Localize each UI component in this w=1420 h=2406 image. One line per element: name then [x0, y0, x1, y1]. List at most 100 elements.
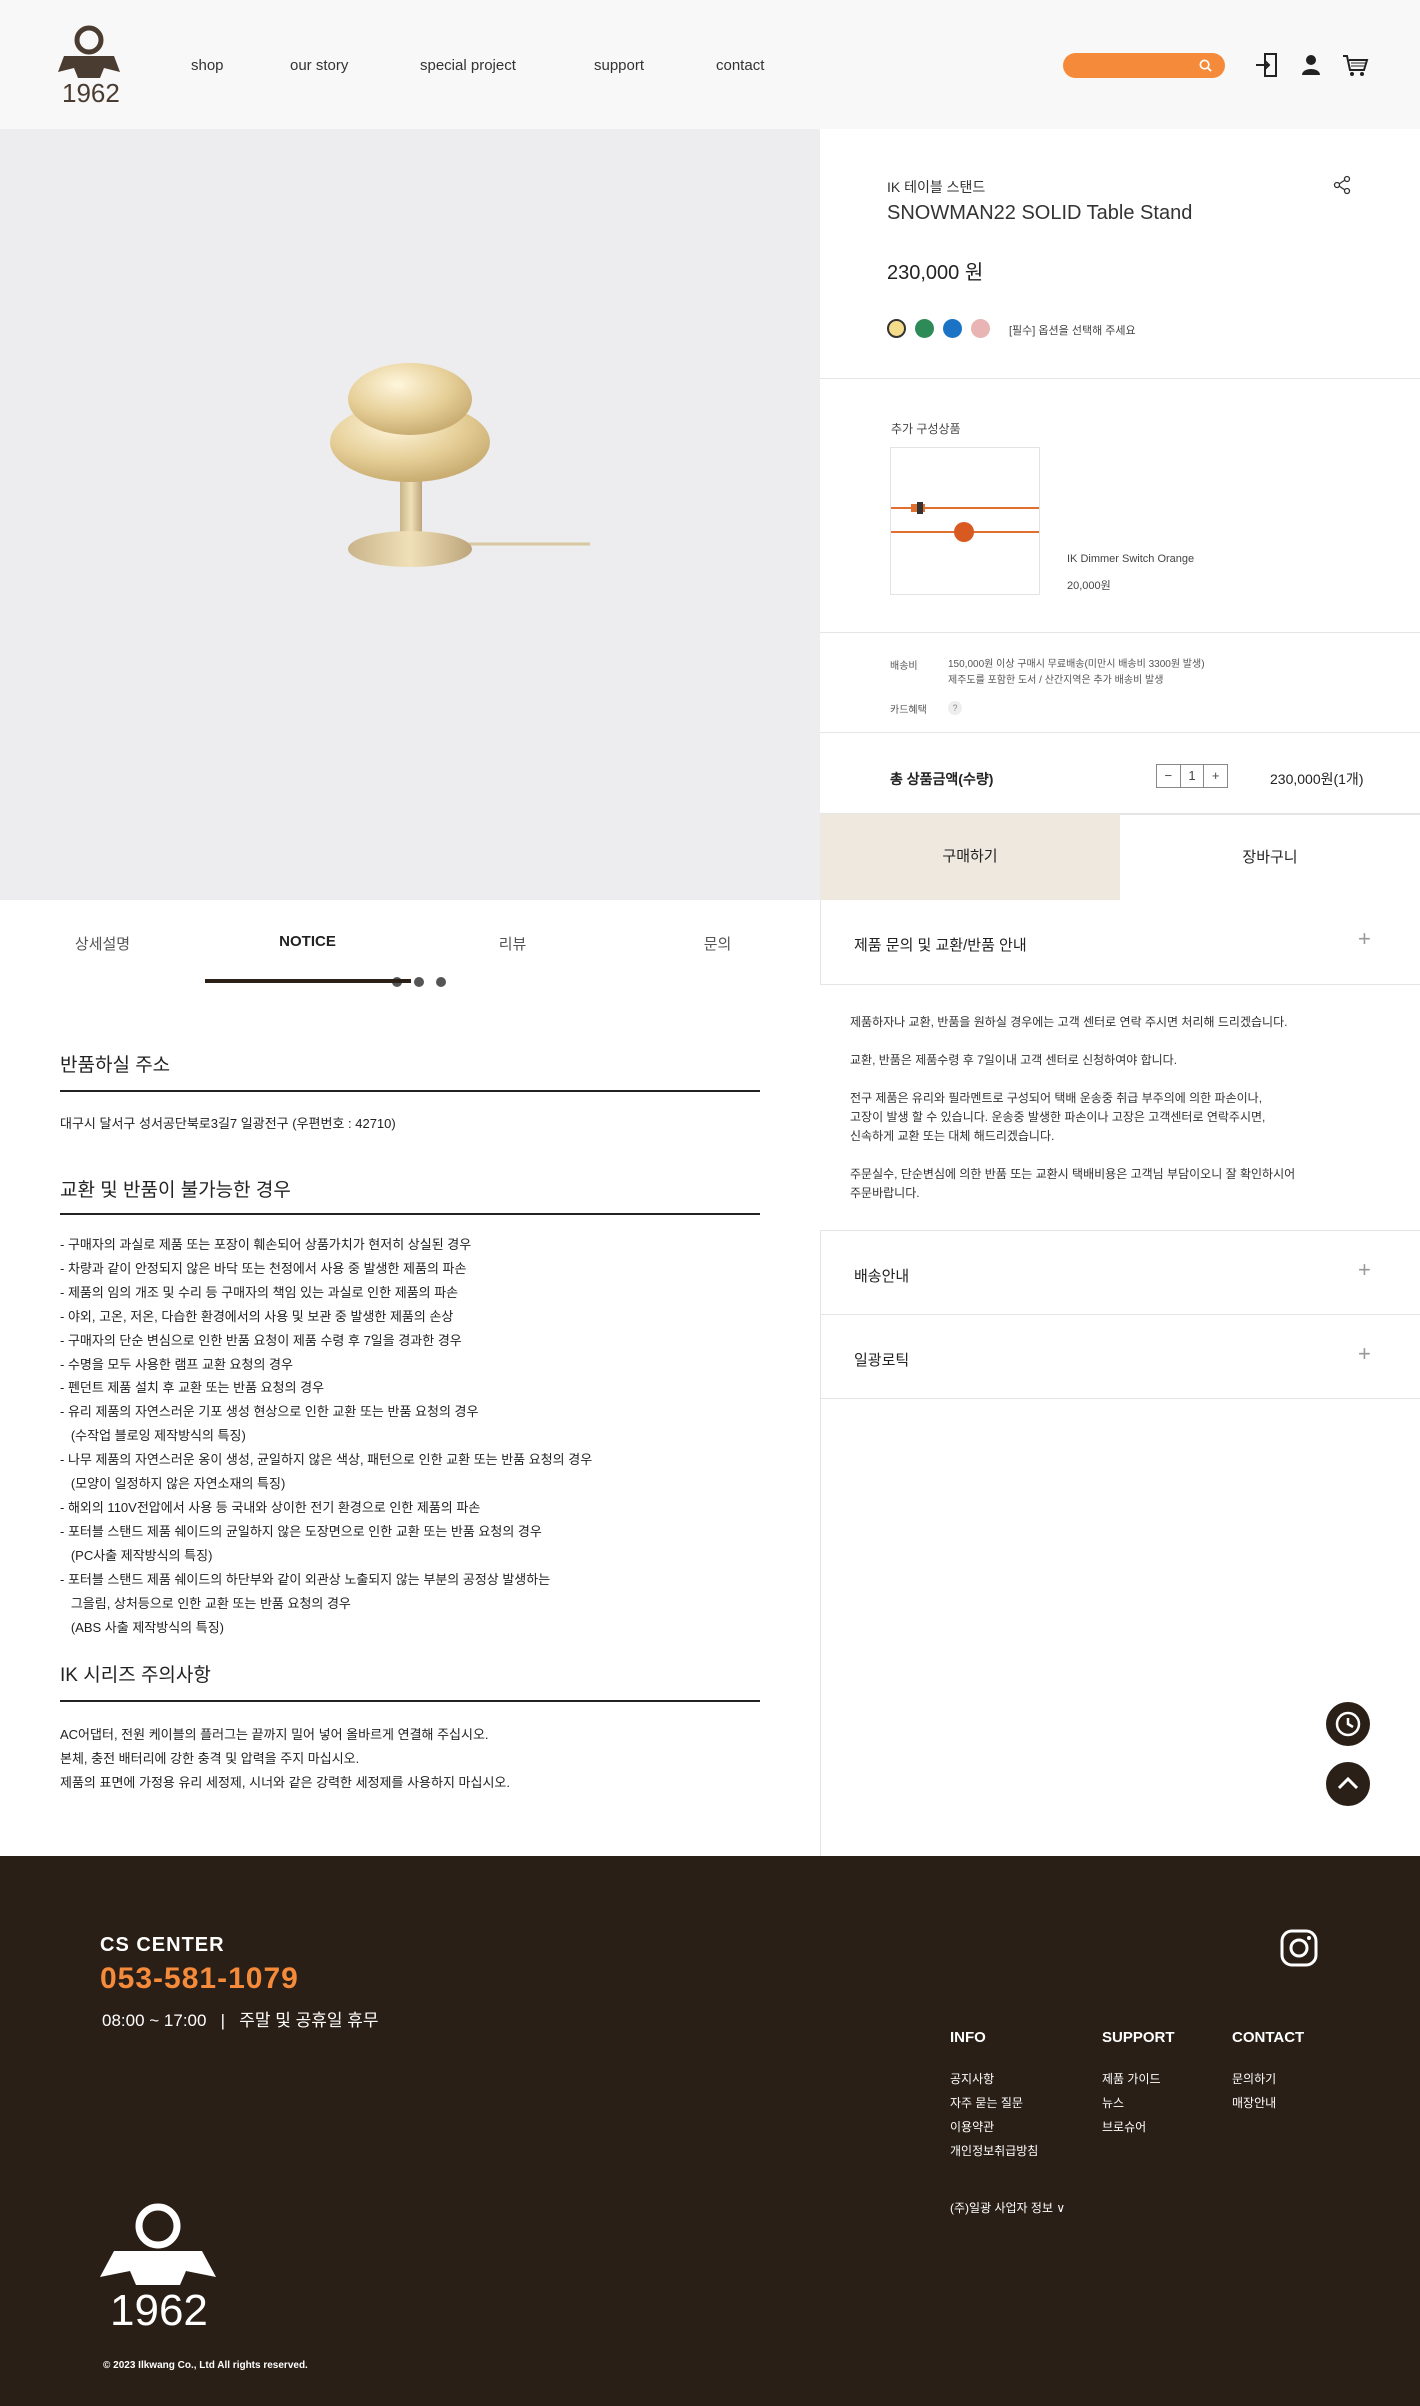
cart-icon[interactable]	[1341, 51, 1369, 79]
tab-active-indicator	[205, 979, 411, 983]
list-item: - 유리 제품의 자연스러운 기포 생성 현상으로 인한 교환 또는 반품 요청…	[60, 1404, 479, 1420]
card-benefit-label: 카드혜택	[890, 705, 927, 716]
addon-name[interactable]: IK Dimmer Switch Orange	[1067, 553, 1194, 565]
total-label: 총 상품금액(수량)	[890, 771, 994, 787]
column-divider	[820, 1399, 821, 1856]
footer-link[interactable]: 자주 묻는 질문	[950, 2094, 1023, 2111]
tab-review[interactable]: 리뷰	[410, 933, 615, 954]
list-item: - 포터블 스탠드 제품 쉐이드의 하단부와 같이 외관상 노출되지 않는 부분…	[60, 1571, 551, 1587]
nav-shop[interactable]: shop	[191, 57, 224, 74]
site-footer: CS CENTER 053-581-1079 08:00 ~ 17:00 | 주…	[0, 1856, 1420, 2406]
lamp-image	[330, 363, 590, 567]
list-item: - 야외, 고온, 저온, 다습한 환경에서의 사용 및 보관 중 발생한 제품…	[60, 1308, 454, 1324]
list-item: 본체, 충전 배터리에 강한 충격 및 압력을 주지 마십시오.	[60, 1751, 360, 1766]
color-swatch-blue[interactable]	[943, 319, 962, 338]
nav-contact[interactable]: contact	[716, 57, 764, 74]
accordion-line: 신속하게 교환 또는 대체 해드리겠습니다.	[850, 1129, 1055, 1143]
product-name: SNOWMAN22 SOLID Table Stand	[887, 202, 1193, 224]
login-icon[interactable]	[1253, 51, 1281, 79]
accordion-ilkwang[interactable]: 일광로틱 +	[820, 1315, 1420, 1399]
business-info-toggle[interactable]: (주)일광 사업자 정보 ∨	[950, 2199, 1065, 2216]
plus-icon[interactable]: +	[1358, 1341, 1371, 1367]
footer-contact-title: CONTACT	[1232, 2029, 1305, 2046]
qty-value[interactable]: 1	[1181, 765, 1205, 787]
color-swatch-pink[interactable]	[971, 319, 990, 338]
search-icon[interactable]	[1198, 58, 1213, 73]
nav-support[interactable]: support	[594, 57, 644, 74]
ik-caution-title: IK 시리즈 주의사항	[60, 1665, 211, 1686]
list-item: (모양이 일정하지 않은 자연소재의 특징)	[60, 1476, 286, 1492]
buy-button[interactable]: 구매하기	[820, 814, 1120, 900]
accordion-line: 전구 제품은 유리와 필라멘트로 구성되어 택배 운송중 취급 부주의에 의한 …	[850, 1091, 1263, 1105]
total-value: 230,000원(1개)	[1270, 771, 1364, 787]
list-item: AC어댑터, 전원 케이블의 플러그는 끝까지 밀어 넣어 올바르게 연결해 주…	[60, 1727, 489, 1742]
footer-link[interactable]: 문의하기	[1232, 2070, 1276, 2087]
addon-title: 추가 구성상품	[891, 422, 961, 436]
tab-inquiry[interactable]: 문의	[615, 933, 820, 954]
qty-plus-button[interactable]: +	[1204, 765, 1227, 787]
accordion-title[interactable]: 배송안내	[854, 1265, 909, 1286]
tab-detail[interactable]: 상세설명	[0, 933, 205, 954]
section-divider	[60, 1700, 760, 1702]
shipping-label: 배송비	[890, 661, 918, 672]
user-icon[interactable]	[1297, 51, 1325, 79]
addon-price: 20,000원	[1067, 580, 1111, 592]
site-header: 1962 shop our story special project supp…	[0, 0, 1420, 129]
qty-minus-button[interactable]: −	[1157, 765, 1181, 787]
footer-logo-text: 1962	[110, 2286, 208, 2335]
carousel-dot[interactable]	[414, 977, 424, 987]
footer-info-title: INFO	[950, 2029, 986, 2046]
accordion-title[interactable]: 제품 문의 및 교환/반품 안내	[854, 934, 1027, 955]
footer-link[interactable]: 공지사항	[950, 2070, 994, 2087]
plus-icon[interactable]: +	[1358, 926, 1371, 952]
accordion-line: 주문바랍니다.	[850, 1186, 920, 1200]
list-item: (ABS 사출 제작방식의 특징)	[60, 1619, 224, 1635]
list-item: - 차량과 같이 안정되지 않은 바닥 또는 천정에서 사용 중 발생한 제품의…	[60, 1260, 467, 1276]
list-item: - 나무 제품의 자연스러운 옹이 생성, 균일하지 않은 색상, 패턴으로 인…	[60, 1452, 593, 1468]
plus-icon[interactable]: +	[1358, 1257, 1371, 1283]
footer-link[interactable]: 개인정보취급방침	[950, 2142, 1038, 2159]
cs-phone[interactable]: 053-581-1079	[100, 1962, 299, 1996]
list-item: - 구매자의 단순 변심으로 인한 반품 요청이 제품 수령 후 7일을 경과한…	[60, 1332, 462, 1348]
color-swatch-yellow[interactable]	[887, 319, 906, 338]
accordion-title[interactable]: 일광로틱	[854, 1349, 909, 1370]
shipping-text: 150,000원 이상 구매시 무료배송(미만시 배송비 3300원 발생) 제…	[948, 657, 1205, 689]
addon-image[interactable]	[890, 447, 1040, 595]
search-input[interactable]	[1063, 53, 1225, 78]
shipping-line: 제주도를 포함한 도서 / 산간지역은 추가 배송비 발생	[948, 675, 1164, 686]
accordion-returns[interactable]: 제품 문의 및 교환/반품 안내 +	[820, 900, 1420, 985]
footer-link[interactable]: 매장안내	[1232, 2094, 1276, 2111]
clock-icon	[1335, 1711, 1361, 1737]
nav-special-project[interactable]: special project	[420, 57, 516, 74]
section-divider	[60, 1213, 760, 1215]
share-icon[interactable]	[1332, 175, 1352, 195]
accordion-line	[850, 1032, 1295, 1051]
divider	[820, 732, 1420, 733]
history-button[interactable]	[1326, 1702, 1370, 1746]
instagram-icon[interactable]	[1279, 1928, 1319, 1968]
cs-hours: 08:00 ~ 17:00 | 주말 및 공휴일 휴무	[102, 2011, 379, 2030]
add-to-cart-button[interactable]: 장바구니	[1120, 814, 1420, 900]
unable-title: 교환 및 반품이 불가능한 경우	[60, 1180, 291, 1201]
footer-link[interactable]: 제품 가이드	[1102, 2070, 1161, 2087]
list-item: (수작업 블로잉 제작방식의 특징)	[60, 1428, 246, 1444]
scroll-top-button[interactable]	[1326, 1762, 1370, 1806]
section-divider	[60, 1090, 760, 1092]
footer-link[interactable]: 뉴스	[1102, 2094, 1124, 2111]
footer-support-title: SUPPORT	[1102, 2029, 1175, 2046]
product-price: 230,000 원	[887, 262, 984, 284]
footer-link[interactable]: 브로슈어	[1102, 2118, 1146, 2135]
accordion-shipping[interactable]: 배송안내 +	[820, 1230, 1420, 1315]
list-item: - 포터블 스탠드 제품 쉐이드의 균일하지 않은 도장면으로 인한 교환 또는…	[60, 1523, 542, 1539]
list-item: 제품의 표면에 가정용 유리 세정제, 시너와 같은 강력한 세정제를 사용하지…	[60, 1775, 510, 1790]
color-swatch-green[interactable]	[915, 319, 934, 338]
nav-our-story[interactable]: our story	[290, 57, 348, 74]
tab-notice[interactable]: NOTICE	[205, 933, 410, 950]
footer-link[interactable]: 이용약관	[950, 2118, 994, 2135]
help-icon[interactable]: ?	[948, 701, 962, 715]
accordion-body: 제품하자나 교환, 반품을 원하실 경우에는 고객 센터로 연락 주시면 처리해…	[850, 1013, 1295, 1203]
quantity-stepper: − 1 +	[1156, 764, 1228, 788]
logo-text[interactable]: 1962	[62, 78, 120, 109]
carousel-dot[interactable]	[436, 977, 446, 987]
unable-list: - 구매자의 과실로 제품 또는 포장이 훼손되어 상품가치가 현저히 상실된 …	[60, 1233, 592, 1639]
